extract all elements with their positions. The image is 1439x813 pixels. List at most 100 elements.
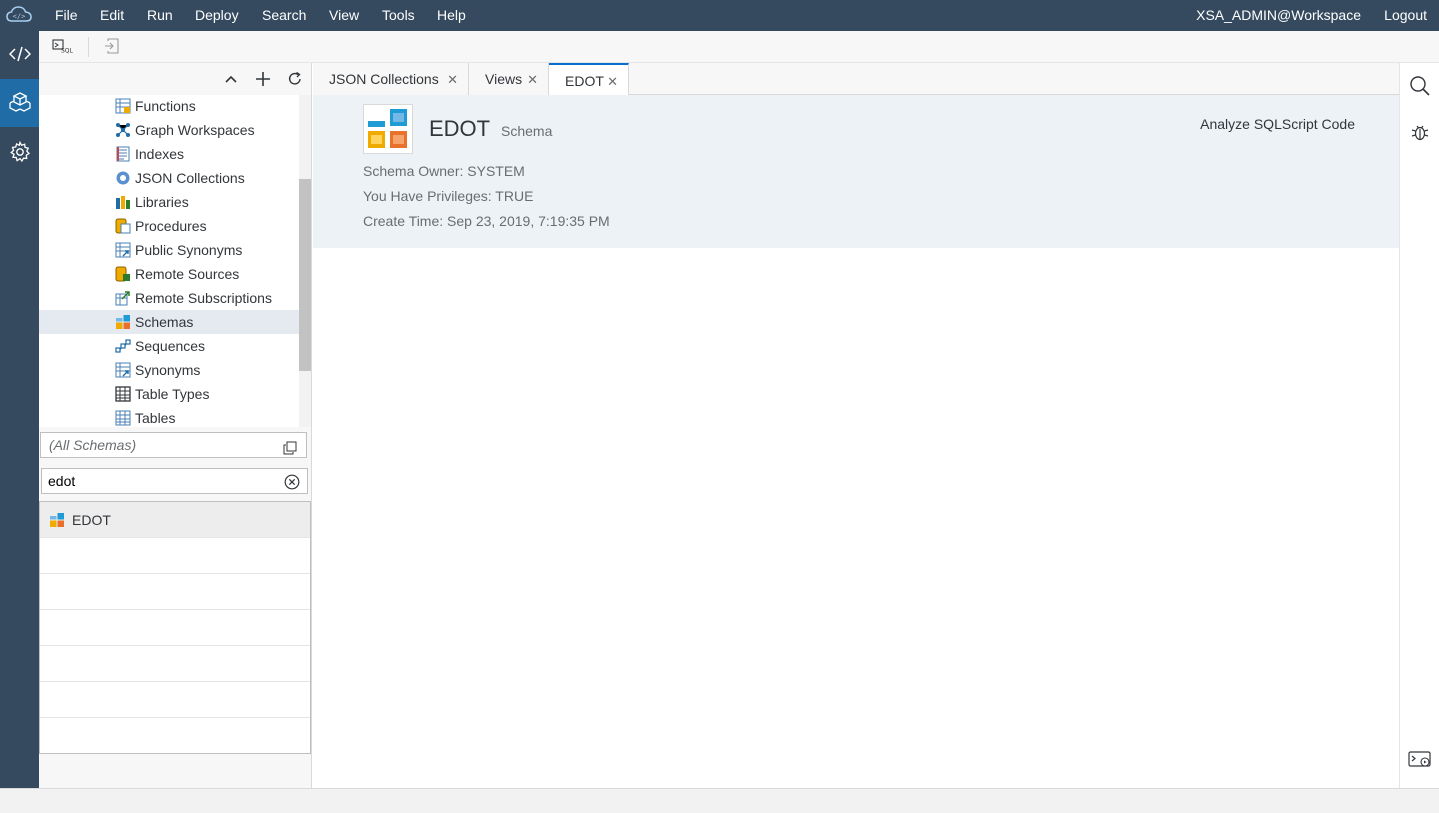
collapse-button[interactable] [220, 69, 242, 91]
remote-source-icon [115, 266, 131, 282]
cloud-code-logo-icon: </> [6, 5, 32, 25]
menu-run[interactable]: Run [147, 0, 173, 31]
tree-item-schemas[interactable]: Schemas [39, 310, 299, 334]
database-explorer-button[interactable] [0, 79, 39, 127]
svg-text:SQL: SQL [61, 47, 74, 54]
tree-item-procedures[interactable]: Procedures [39, 214, 299, 238]
menu-file[interactable]: File [55, 0, 78, 31]
close-icon[interactable]: ✕ [527, 72, 538, 88]
object-name: EDOT [429, 116, 491, 141]
json-collection-icon [115, 170, 131, 186]
add-database-button[interactable] [252, 69, 274, 91]
tree-item-label: Sequences [135, 338, 206, 354]
analyze-sqlscript-button[interactable]: Analyze SQLScript Code [1200, 116, 1355, 132]
user-name[interactable]: XSA_ADMIN@Workspace [1196, 0, 1361, 31]
sequence-icon [115, 338, 131, 354]
chevron-up-icon [224, 72, 238, 89]
menu-view[interactable]: View [329, 0, 359, 31]
tree-item-tables[interactable]: Tables [39, 406, 299, 427]
schema-icon [115, 314, 131, 330]
code-icon [8, 45, 31, 66]
tree-item-synonyms[interactable]: Synonyms [39, 358, 299, 382]
tree-item-indexes[interactable]: Indexes [39, 142, 299, 166]
search-icon [1409, 75, 1431, 100]
perspective-rail [0, 31, 39, 788]
editor-tab-bar: JSON Collections ✕ Views ✕ EDOT ✕ [313, 63, 1399, 96]
list-item-empty [40, 646, 310, 682]
object-header: EDOT Schema Analyze SQLScript Code Schem… [313, 95, 1399, 248]
search-value: edot [48, 473, 76, 489]
tree-item-label: Schemas [135, 314, 194, 330]
procedure-icon [115, 218, 131, 234]
object-type: Schema [501, 123, 553, 139]
menu-search[interactable]: Search [262, 0, 306, 31]
svg-text:</>: </> [13, 13, 26, 21]
object-search-input[interactable]: edot [41, 468, 308, 494]
plus-icon [255, 71, 271, 90]
tree-item-graph-workspaces[interactable]: Graph Workspaces [39, 118, 299, 142]
list-item-empty [40, 682, 310, 718]
toolbar: SQL [39, 31, 1439, 63]
tab-json-collections[interactable]: JSON Collections ✕ [313, 63, 469, 95]
close-icon[interactable]: ✕ [447, 72, 458, 88]
menu-tools[interactable]: Tools [382, 0, 415, 31]
clear-search-icon[interactable] [284, 473, 300, 490]
library-icon [115, 194, 131, 210]
tree-item-table-types[interactable]: Table Types [39, 382, 299, 406]
menu-deploy[interactable]: Deploy [195, 0, 239, 31]
tree-item-label: Indexes [135, 146, 185, 162]
create-time-attribute: Create Time: Sep 23, 2019, 7:19:35 PM [363, 213, 610, 229]
value-help-icon[interactable] [283, 438, 297, 455]
tab-edot[interactable]: EDOT ✕ [549, 63, 629, 96]
tree-item-label: Remote Subscriptions [135, 290, 272, 306]
settings-gear-icon [9, 140, 31, 166]
tree-item-functions[interactable]: Functions [39, 95, 299, 118]
toolbar-separator [88, 37, 89, 57]
tab-label: EDOT [565, 72, 604, 89]
tab-label: JSON Collections [329, 71, 439, 87]
open-sql-console-button[interactable]: SQL [52, 37, 76, 57]
settings-button[interactable] [0, 129, 39, 177]
tree-item-public-synonyms[interactable]: Public Synonyms [39, 238, 299, 262]
tree-item-label: Libraries [135, 194, 189, 210]
schema-large-icon [363, 104, 413, 154]
tree-item-remote-subscriptions[interactable]: Remote Subscriptions [39, 286, 299, 310]
list-item-empty [40, 538, 310, 574]
list-item-empty [40, 610, 310, 646]
table-type-icon [115, 386, 131, 402]
refresh-button[interactable] [284, 69, 306, 91]
console-icon [1408, 750, 1432, 772]
list-item-empty [40, 718, 310, 754]
schema-filter-input[interactable]: (All Schemas) [40, 432, 307, 458]
menu-bar: </> File Edit Run Deploy Search View Too… [0, 0, 1439, 31]
tree-item-label: Public Synonyms [135, 242, 243, 258]
tree-item-label: JSON Collections [135, 170, 245, 186]
close-icon[interactable]: ✕ [607, 74, 618, 90]
menu-edit[interactable]: Edit [100, 0, 124, 31]
table-icon [115, 410, 131, 426]
import-button[interactable] [102, 37, 122, 57]
schema-filter-placeholder: (All Schemas) [49, 437, 137, 453]
list-item-label: EDOT [72, 511, 111, 528]
tree-item-libraries[interactable]: Libraries [39, 190, 299, 214]
schema-owner-attribute: Schema Owner: SYSTEM [363, 163, 525, 179]
index-icon [115, 146, 131, 162]
tree-scrollbar-thumb[interactable] [299, 179, 311, 371]
tree-item-label: Graph Workspaces [135, 122, 255, 138]
console-pane-button[interactable] [1408, 749, 1432, 773]
graph-workspace-icon [115, 122, 131, 138]
tree-item-label: Remote Sources [135, 266, 240, 282]
tree-item-sequences[interactable]: Sequences [39, 334, 299, 358]
tree-item-json-collections[interactable]: JSON Collections [39, 166, 299, 190]
tab-views[interactable]: Views ✕ [469, 63, 549, 95]
public-synonym-icon [115, 242, 131, 258]
list-item-edot[interactable]: EDOT [40, 502, 310, 538]
schema-icon [49, 512, 65, 528]
debugger-pane-button[interactable] [1408, 121, 1432, 145]
development-perspective-button[interactable] [0, 31, 39, 79]
menu-help[interactable]: Help [437, 0, 466, 31]
tree-item-remote-sources[interactable]: Remote Sources [39, 262, 299, 286]
search-pane-button[interactable] [1408, 75, 1432, 99]
database-explorer-icon [7, 91, 33, 116]
logout-link[interactable]: Logout [1384, 0, 1427, 31]
